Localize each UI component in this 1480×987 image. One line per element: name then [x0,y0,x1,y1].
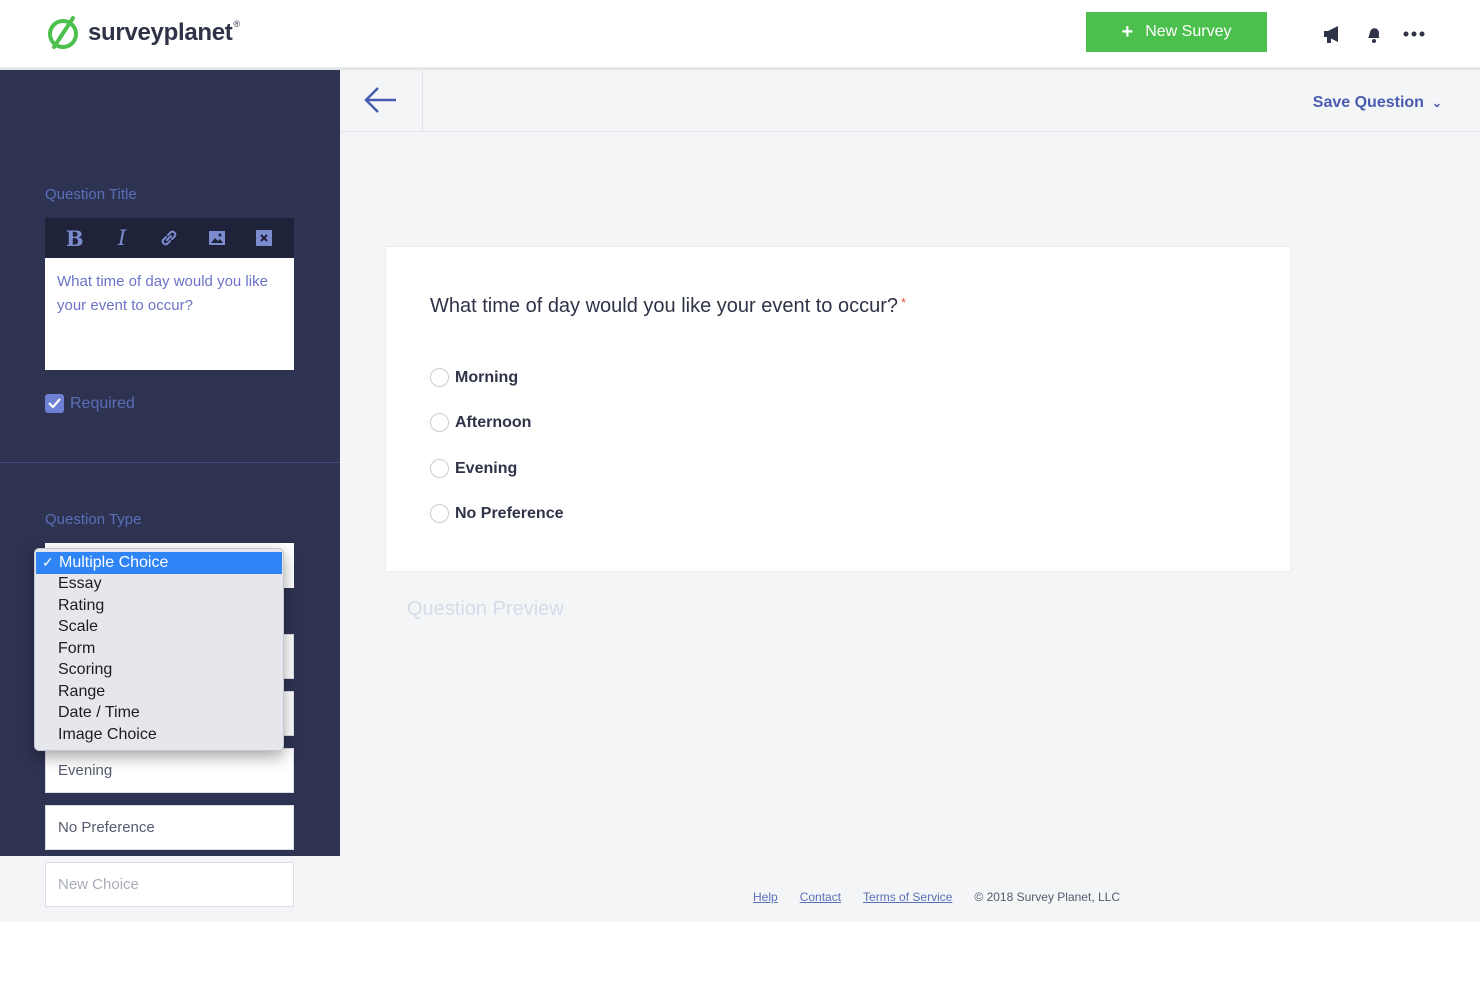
new-survey-button[interactable]: + New Survey [1086,12,1267,52]
more-options-icon[interactable] [1402,22,1426,46]
brand-logo[interactable]: surveyplanet® [46,14,240,52]
radio-button[interactable] [430,368,449,387]
contact-link[interactable]: Contact [800,890,841,904]
top-header: surveyplanet® + New Survey [0,0,1480,68]
megaphone-icon[interactable] [1321,22,1345,46]
bold-icon[interactable]: B [61,224,89,252]
required-label: Required [70,394,135,412]
sidebar-divider [0,462,340,463]
rich-text-toolbar: B I [45,218,294,258]
type-option-scoring[interactable]: Scoring [35,660,283,682]
radio-button[interactable] [430,413,449,432]
image-icon[interactable] [203,224,231,252]
back-arrow-icon[interactable] [362,84,398,116]
option-no-preference[interactable]: No Preference [430,504,564,523]
brand-name: surveyplanet® [88,19,240,46]
terms-link[interactable]: Terms of Service [863,890,952,904]
type-option-rating[interactable]: Rating [35,595,283,617]
new-survey-label: New Survey [1145,23,1232,40]
type-option-scale[interactable]: Scale [35,617,283,639]
italic-icon[interactable]: I [108,224,136,252]
copyright-text: © 2018 Survey Planet, LLC [974,890,1120,904]
link-icon[interactable] [155,224,183,252]
question-type-label: Question Type [45,511,142,528]
app-frame: Question Title B I What time of day woul… [0,68,1480,922]
question-title-editor[interactable]: What time of day would you like your eve… [45,258,294,370]
option-morning[interactable]: Morning [430,368,518,387]
toolbar-divider [422,70,423,132]
required-checkbox[interactable] [45,394,64,413]
option-evening[interactable]: Evening [430,459,517,478]
choice-input-no-preference[interactable]: No Preference [45,805,294,850]
radio-button[interactable] [430,459,449,478]
type-option-date-time[interactable]: Date / Time [35,703,283,725]
new-choice-input[interactable]: New Choice [45,862,294,907]
option-afternoon[interactable]: Afternoon [430,413,531,432]
type-option-multiple-choice[interactable]: ✓ Multiple Choice [36,552,282,574]
required-asterisk: * [901,295,907,310]
type-option-image-choice[interactable]: Image Choice [35,724,283,746]
help-link[interactable]: Help [753,890,778,904]
question-preview-card: What time of day would you like your eve… [385,246,1291,572]
chevron-down-icon: ⌄ [1431,96,1442,110]
save-question-button[interactable]: Save Question ⌄ [1313,94,1442,112]
required-toggle[interactable]: Required [45,394,135,413]
radio-button[interactable] [430,504,449,523]
question-type-dropdown[interactable]: ✓ Multiple Choice Essay Rating Scale Form… [34,548,284,751]
choice-input-evening[interactable]: Evening [45,748,294,793]
notification-bell-icon[interactable] [1362,22,1386,46]
footer: Help Contact Terms of Service © 2018 Sur… [753,890,1120,904]
question-toolbar: Save Question ⌄ [340,70,1480,132]
plus-icon: + [1121,20,1134,43]
question-preview-label: Question Preview [407,598,564,620]
checkmark-icon: ✓ [42,554,54,571]
question-title-label: Question Title [45,186,137,203]
clear-format-icon[interactable] [250,224,278,252]
preview-question-title: What time of day would you like your eve… [430,295,907,317]
type-option-range[interactable]: Range [35,681,283,703]
save-question-label: Save Question [1312,94,1424,111]
surveyplanet-logo-icon [48,16,78,49]
type-option-essay[interactable]: Essay [35,574,283,596]
type-option-form[interactable]: Form [35,638,283,660]
